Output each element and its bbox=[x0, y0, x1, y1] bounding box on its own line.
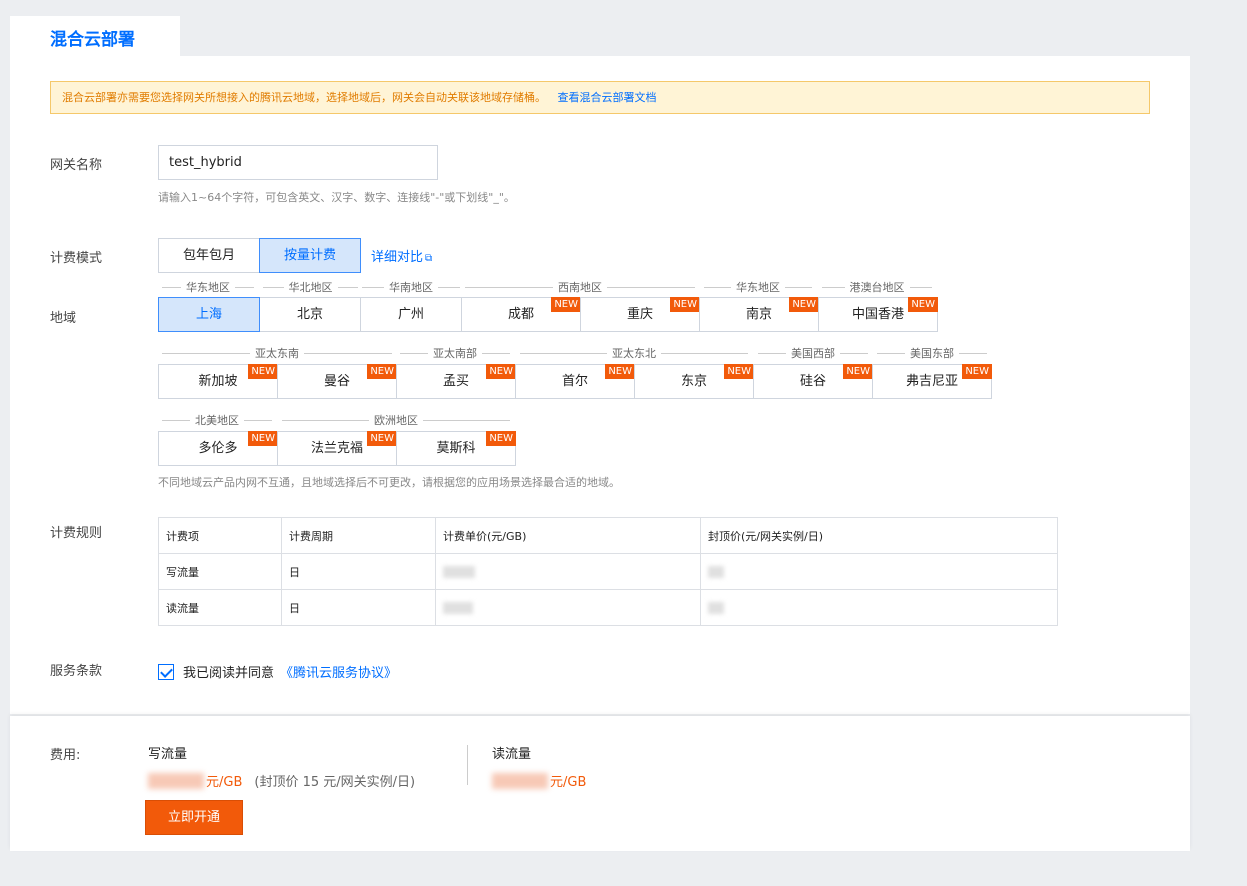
region-option-frankfurt[interactable]: 法兰克福 NEW bbox=[277, 431, 397, 466]
region-group-label: 美国东部 bbox=[877, 346, 987, 360]
region-group-label: 华南地区 bbox=[362, 280, 460, 294]
fee-label: 费用: bbox=[50, 748, 81, 763]
region-option-chengdu[interactable]: 成都 NEW bbox=[461, 297, 581, 332]
table-header-cell: 计费项 bbox=[158, 517, 282, 554]
new-badge: NEW bbox=[367, 364, 397, 379]
footer-bar: 费用: 写流量 元/GB (封顶价 15 元/网关实例/日) 读流量 元/GB … bbox=[10, 716, 1190, 851]
terms-link[interactable]: 《腾讯云服务协议》 bbox=[280, 662, 397, 681]
write-fee-block: 写流量 元/GB (封顶价 15 元/网关实例/日) bbox=[148, 743, 415, 790]
new-badge: NEW bbox=[551, 297, 581, 312]
billing-option-prepaid[interactable]: 包年包月 bbox=[158, 238, 260, 273]
region-option-toronto[interactable]: 多伦多 NEW bbox=[158, 431, 278, 466]
gateway-name-hint: 请输入1~64个字符，可包含英文、汉字、数字、连接线"-"或下划线"_"。 bbox=[158, 191, 515, 204]
region-option-beijing[interactable]: 北京 bbox=[259, 297, 361, 332]
region-option-nanjing[interactable]: 南京 NEW bbox=[699, 297, 819, 332]
billing-mode-label: 计费模式 bbox=[50, 251, 103, 266]
region-option-singapore[interactable]: 新加坡 NEW bbox=[158, 364, 278, 399]
region-option-seoul[interactable]: 首尔 NEW bbox=[515, 364, 635, 399]
billing-compare-label: 详细对比 bbox=[371, 250, 424, 265]
blurred-price bbox=[492, 772, 548, 789]
new-badge: NEW bbox=[908, 297, 938, 312]
region-group-label: 欧洲地区 bbox=[282, 413, 510, 427]
new-badge: NEW bbox=[486, 364, 516, 379]
table-cell-blurred bbox=[700, 589, 1058, 626]
region-group-label: 华东地区 bbox=[162, 280, 254, 294]
region-group-label: 港澳台地区 bbox=[822, 280, 932, 294]
region-label: 地域 bbox=[50, 311, 77, 326]
table-header-cell: 封顶价(元/网关实例/日) bbox=[700, 517, 1058, 554]
region-option-bangkok[interactable]: 曼谷 NEW bbox=[277, 364, 397, 399]
region-group-label: 华北地区 bbox=[263, 280, 358, 294]
table-row: 读流量 日 bbox=[158, 589, 1058, 626]
write-fee-title: 写流量 bbox=[148, 747, 188, 762]
open-now-button[interactable]: 立即开通 bbox=[145, 800, 243, 835]
read-fee-title: 读流量 bbox=[492, 747, 532, 762]
gateway-name-input[interactable] bbox=[158, 145, 438, 180]
region-option-shanghai[interactable]: 上海 bbox=[158, 297, 260, 332]
table-cell: 日 bbox=[281, 553, 436, 590]
region-group-label: 亚太东北 bbox=[520, 346, 748, 360]
new-badge: NEW bbox=[248, 364, 278, 379]
region-option-silicon-valley[interactable]: 硅谷 NEW bbox=[753, 364, 873, 399]
region-group-label: 亚太东南 bbox=[162, 346, 392, 360]
billing-compare-link[interactable]: 详细对比 ⧉ bbox=[371, 246, 432, 265]
notice-text: 混合云部署亦需要您选择网关所想接入的腾讯云地域，选择地域后，网关会自动关联该地域… bbox=[62, 91, 546, 104]
region-hint: 不同地域云产品内网不互通，且地域选择后不可更改，请根据您的应用场景选择最合适的地… bbox=[158, 476, 620, 489]
region-option-virginia[interactable]: 弗吉尼亚 NEW bbox=[872, 364, 992, 399]
write-fee-line: 元/GB (封顶价 15 元/网关实例/日) bbox=[148, 771, 415, 790]
new-badge: NEW bbox=[248, 431, 278, 446]
pricing-rules-label: 计费规则 bbox=[50, 526, 103, 541]
new-badge: NEW bbox=[843, 364, 873, 379]
region-group-label: 西南地区 bbox=[465, 280, 695, 294]
new-badge: NEW bbox=[789, 297, 819, 312]
region-option-chongqing[interactable]: 重庆 NEW bbox=[580, 297, 700, 332]
billing-option-pay-as-you-go[interactable]: 按量计费 bbox=[259, 238, 361, 273]
table-header-row: 计费项 计费周期 计费单价(元/GB) 封顶价(元/网关实例/日) bbox=[158, 517, 1058, 554]
new-badge: NEW bbox=[670, 297, 700, 312]
pricing-table: 计费项 计费周期 计费单价(元/GB) 封顶价(元/网关实例/日) 写流量 日 … bbox=[158, 517, 1058, 626]
write-fee-cap: (封顶价 15 元/网关实例/日) bbox=[254, 775, 416, 790]
read-fee-block: 读流量 元/GB bbox=[492, 743, 586, 790]
terms-text: 我已阅读并同意 bbox=[183, 666, 275, 681]
tab-hybrid-deploy[interactable]: 混合云部署 bbox=[10, 16, 180, 56]
region-group-label: 北美地区 bbox=[162, 413, 272, 427]
terms-checkbox[interactable] bbox=[158, 663, 174, 680]
region-option-mumbai[interactable]: 孟买 NEW bbox=[396, 364, 516, 399]
region-option-hongkong[interactable]: 中国香港 NEW bbox=[818, 297, 938, 332]
new-badge: NEW bbox=[367, 431, 397, 446]
write-fee-unit: 元/GB bbox=[206, 775, 243, 790]
blurred-price bbox=[148, 772, 204, 789]
region-option-guangzhou[interactable]: 广州 bbox=[360, 297, 462, 332]
read-fee-line: 元/GB bbox=[492, 771, 586, 790]
gateway-name-label: 网关名称 bbox=[50, 158, 103, 173]
table-header-cell: 计费周期 bbox=[281, 517, 436, 554]
new-badge: NEW bbox=[605, 364, 635, 379]
notice-banner: 混合云部署亦需要您选择网关所想接入的腾讯云地域，选择地域后，网关会自动关联该地域… bbox=[50, 81, 1150, 114]
new-badge: NEW bbox=[724, 364, 754, 379]
table-cell: 日 bbox=[281, 589, 436, 626]
table-row: 写流量 日 bbox=[158, 553, 1058, 590]
notice-doc-link[interactable]: 查看混合云部署文档 bbox=[558, 91, 657, 104]
region-option-moscow[interactable]: 莫斯科 NEW bbox=[396, 431, 516, 466]
table-cell: 写流量 bbox=[158, 553, 282, 590]
region-option-tokyo[interactable]: 东京 NEW bbox=[634, 364, 754, 399]
table-cell-blurred bbox=[435, 553, 701, 590]
new-badge: NEW bbox=[962, 364, 992, 379]
terms-agree-row: 我已阅读并同意 《腾讯云服务协议》 bbox=[158, 662, 397, 681]
main-panel: 混合云部署亦需要您选择网关所想接入的腾讯云地域，选择地域后，网关会自动关联该地域… bbox=[10, 56, 1190, 714]
terms-label: 服务条款 bbox=[50, 664, 103, 679]
table-cell-blurred bbox=[700, 553, 1058, 590]
table-cell-blurred bbox=[435, 589, 701, 626]
region-group-label: 美国西部 bbox=[758, 346, 868, 360]
read-fee-unit: 元/GB bbox=[550, 775, 587, 790]
table-header-cell: 计费单价(元/GB) bbox=[435, 517, 701, 554]
region-group-label: 亚太南部 bbox=[400, 346, 510, 360]
table-cell: 读流量 bbox=[158, 589, 282, 626]
new-badge: NEW bbox=[486, 431, 516, 446]
region-group-label: 华东地区 bbox=[704, 280, 812, 294]
external-link-icon: ⧉ bbox=[425, 253, 433, 264]
fee-divider bbox=[467, 745, 468, 785]
